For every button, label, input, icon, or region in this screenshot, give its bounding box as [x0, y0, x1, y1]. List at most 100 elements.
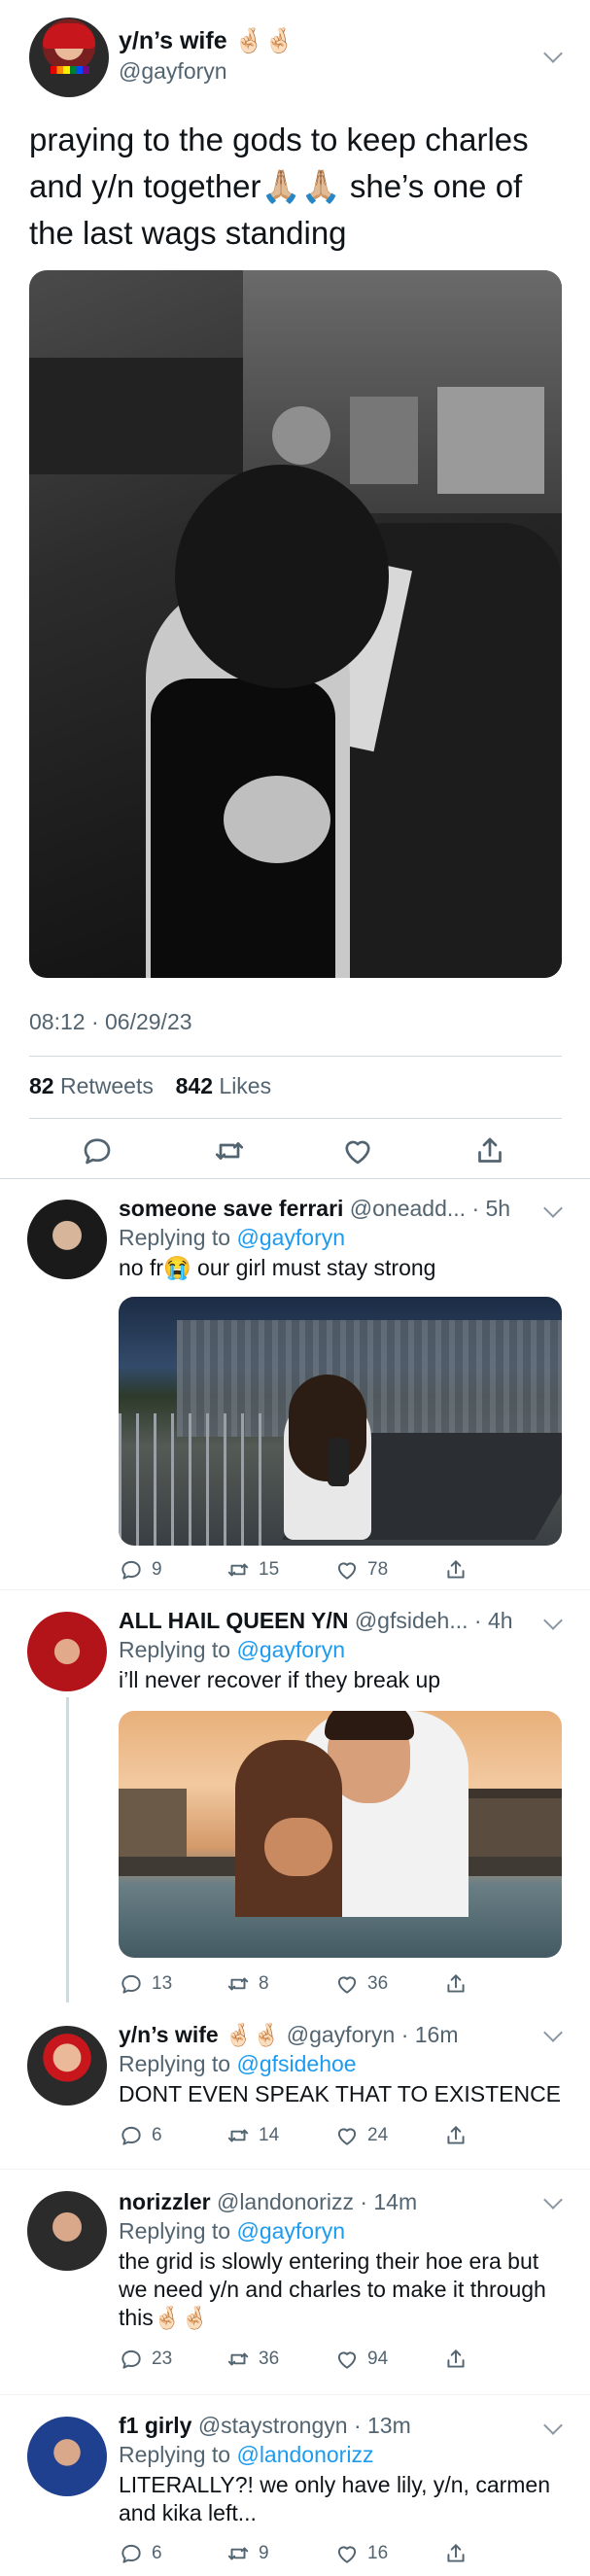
author-handle[interactable]: @gayforyn [119, 58, 227, 85]
reply-action[interactable]: 23 [119, 2345, 172, 2374]
tweet-text: praying to the gods to keep charles and … [29, 122, 529, 251]
like-icon[interactable] [340, 1133, 375, 1168]
reply-action[interactable]: 9 [119, 1555, 162, 1584]
replying-to: Replying to @gayforyn [119, 1637, 345, 1663]
like-action[interactable]: 78 [334, 1555, 388, 1584]
likes-label[interactable]: Likes [219, 1073, 271, 1098]
like-action[interactable]: 36 [334, 1969, 388, 1999]
photo-wall-art [437, 387, 544, 494]
chevron-down-icon[interactable] [543, 1611, 563, 1630]
replying-to: Replying to @gayforyn [119, 1225, 345, 1251]
reply-action[interactable]: 13 [119, 1969, 172, 1999]
reply-icon [121, 2544, 141, 2563]
likes-count[interactable]: 842 [176, 1073, 213, 1098]
author-name[interactable]: y/n’s wife 🤞🏻🤞🏻 [119, 27, 295, 55]
share-action[interactable] [443, 1555, 469, 1584]
author-meta[interactable]: @gayforyn · 16m [287, 2022, 459, 2047]
retweets-count[interactable]: 82 [29, 1073, 54, 1098]
reply-photo[interactable] [119, 1297, 562, 1546]
share-icon [447, 2126, 465, 2144]
retweet-action[interactable]: 8 [226, 1969, 269, 1999]
avatar[interactable] [29, 17, 109, 97]
replying-to: Replying to @gayforyn [119, 2218, 345, 2245]
mention-link[interactable]: @gayforyn [236, 2218, 345, 2244]
retweet-action[interactable]: 36 [226, 2345, 279, 2374]
retweets-label[interactable]: Retweets [60, 1073, 154, 1098]
tweet-photo[interactable] [29, 270, 562, 978]
mention-link[interactable]: @gayforyn [236, 1225, 345, 1250]
like-count: 78 [367, 1559, 389, 1580]
reply-header: norizzler @landonorizz · 14m [119, 2189, 417, 2215]
chevron-down-icon[interactable] [543, 2190, 563, 2210]
reply-icon[interactable] [80, 1133, 115, 1168]
reply-tweet: y/n’s wife 🤞🏻🤞🏻 @gayforyn · 16m Replying… [0, 2002, 590, 2170]
like-count: 36 [367, 1973, 389, 1994]
retweet-icon [227, 1977, 249, 1991]
retweet-icon [227, 2547, 249, 2560]
avatar[interactable] [27, 1200, 107, 1279]
share-action[interactable] [443, 2539, 469, 2568]
mention-link[interactable]: @landonorizz [236, 2442, 373, 2467]
author-name[interactable]: someone save ferrari [119, 1196, 343, 1221]
reply-count: 23 [152, 2349, 173, 2369]
tweet-timestamp[interactable]: 08:12 · 06/29/23 [29, 1009, 192, 1035]
share-action[interactable] [443, 1969, 469, 1999]
chevron-down-icon[interactable] [543, 2023, 563, 2042]
retweet-count: 14 [259, 2125, 280, 2145]
mention-link[interactable]: @gayforyn [236, 1637, 345, 1662]
photo-hut [119, 1789, 187, 1857]
replying-prefix: Replying to [119, 2442, 237, 2467]
mention-link[interactable]: @gfsidehoe [236, 2051, 356, 2076]
retweet-action[interactable]: 9 [226, 2539, 269, 2568]
reply-icon [121, 2350, 141, 2369]
retweet-icon [227, 1563, 249, 1577]
replying-to: Replying to @landonorizz [119, 2442, 373, 2468]
avatar[interactable] [27, 2026, 107, 2106]
reply-tweet: f1 girly @staystrongyn · 13m Replying to… [0, 2395, 590, 2576]
share-icon[interactable] [472, 1133, 507, 1168]
share-icon [447, 1560, 465, 1579]
retweet-action[interactable]: 15 [226, 1555, 279, 1584]
retweet-count: 9 [259, 2543, 269, 2563]
reply-count: 9 [152, 1559, 162, 1580]
author-meta[interactable]: @oneadd... · 5h [350, 1196, 510, 1221]
reply-icon [121, 1560, 141, 1580]
reply-photo[interactable] [119, 1711, 562, 1958]
avatar[interactable] [27, 2191, 107, 2271]
like-action[interactable]: 16 [334, 2539, 388, 2568]
reply-actions: 6 14 24 [119, 2121, 566, 2150]
avatar[interactable] [27, 2417, 107, 2496]
retweet-count: 8 [259, 1973, 269, 1994]
reply-action[interactable]: 6 [119, 2121, 162, 2150]
chevron-down-icon[interactable] [543, 44, 563, 63]
like-action[interactable]: 94 [334, 2345, 388, 2374]
chevron-down-icon[interactable] [543, 1199, 563, 1218]
like-action[interactable]: 24 [334, 2121, 388, 2150]
reply-action[interactable]: 6 [119, 2539, 162, 2568]
author-name[interactable]: norizzler [119, 2189, 211, 2214]
author-meta[interactable]: @landonorizz · 14m [217, 2189, 417, 2214]
avatar[interactable] [27, 1612, 107, 1691]
retweet-icon[interactable] [212, 1133, 247, 1168]
author-name[interactable]: f1 girly [119, 2413, 191, 2438]
author-meta[interactable]: @staystrongyn · 13m [198, 2413, 411, 2438]
chevron-down-icon[interactable] [543, 2416, 563, 2435]
replying-prefix: Replying to [119, 1637, 237, 1662]
retweet-action[interactable]: 14 [226, 2121, 279, 2150]
share-action[interactable] [443, 2121, 469, 2150]
author-meta[interactable]: @gfsideh... · 4h [355, 1608, 513, 1633]
replying-prefix: Replying to [119, 2051, 237, 2076]
share-icon [447, 1974, 465, 1993]
like-icon [337, 2128, 357, 2145]
retweet-icon [227, 2129, 249, 2142]
replying-prefix: Replying to [119, 2218, 237, 2244]
author-name[interactable]: y/n’s wife 🤞🏻🤞🏻 [119, 2022, 280, 2047]
like-count: 16 [367, 2543, 389, 2563]
share-icon [447, 2544, 465, 2562]
replying-prefix: Replying to [119, 1225, 237, 1250]
reply-icon [121, 1974, 141, 1994]
tweet-stats: 82 Retweets 842 Likes [29, 1073, 271, 1099]
share-action[interactable] [443, 2345, 469, 2374]
author-name[interactable]: ALL HAIL QUEEN Y/N [119, 1608, 348, 1633]
reply-tweet: someone save ferrari @oneadd... · 5h Rep… [0, 1178, 590, 1590]
